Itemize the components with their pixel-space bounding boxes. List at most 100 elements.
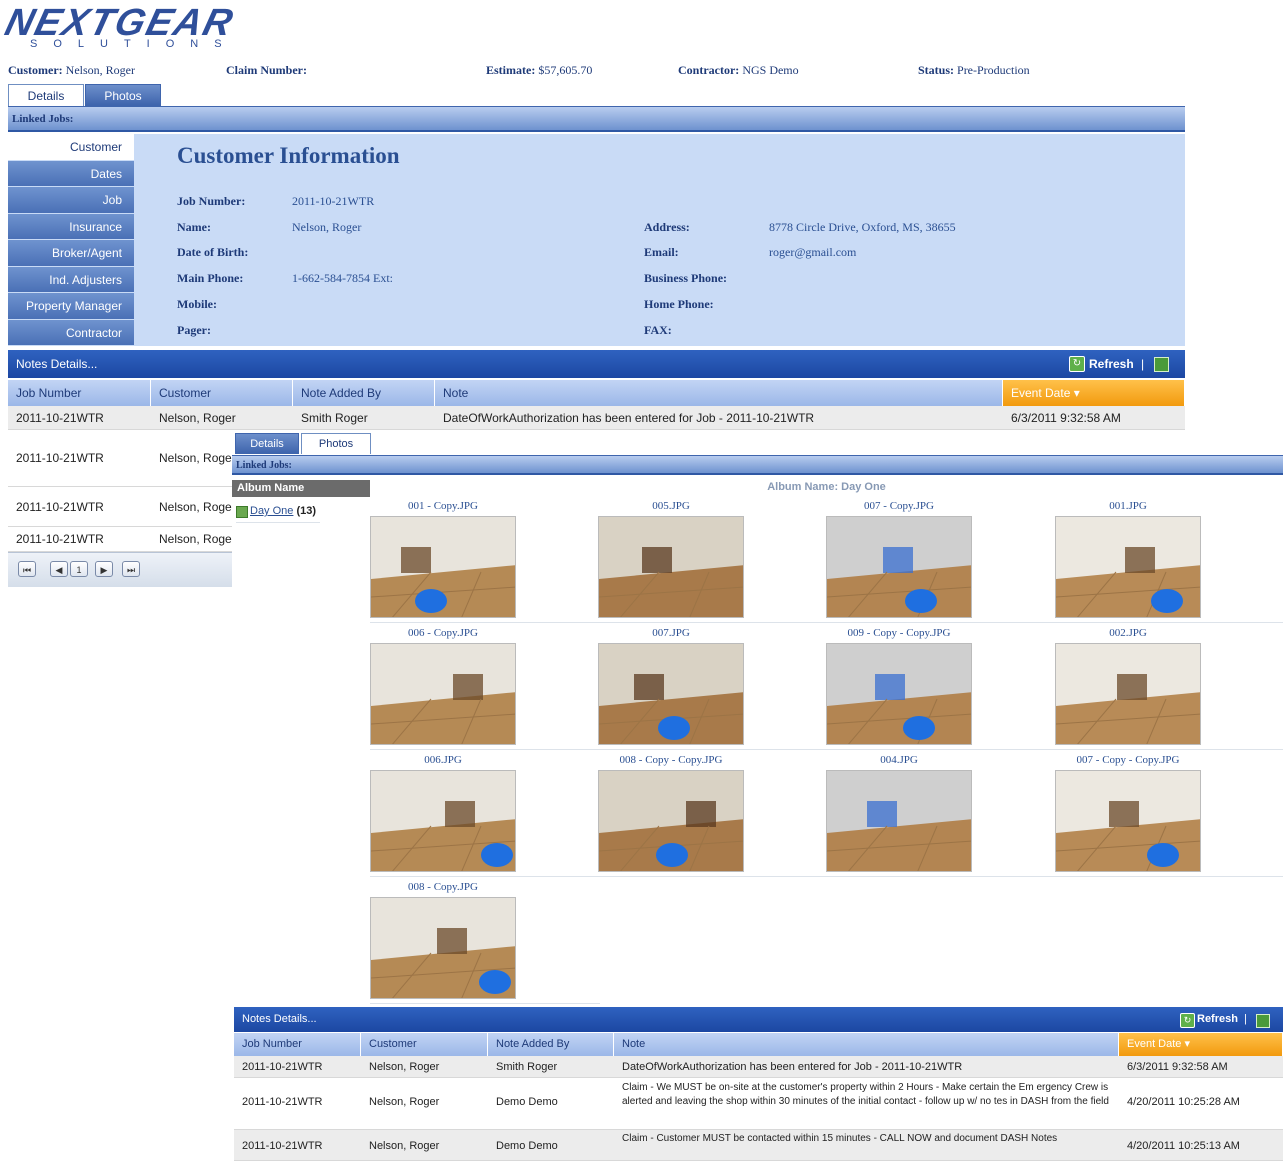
- main-phone-label: Main Phone:: [177, 271, 244, 285]
- photo-caption[interactable]: 008 - Copy.JPG: [370, 881, 516, 893]
- photo-tile[interactable]: 007 - Copy.JPG: [826, 500, 972, 618]
- col-event-date[interactable]: Event Date ▾: [1003, 380, 1185, 406]
- photo-tile[interactable]: 006.JPG: [370, 754, 516, 872]
- refresh-button[interactable]: Refresh: [1089, 357, 1134, 371]
- photo-caption[interactable]: 002.JPG: [1055, 627, 1201, 639]
- photo-caption[interactable]: 009 - Copy - Copy.JPG: [826, 627, 972, 639]
- row-divider: [370, 622, 1283, 623]
- table-row[interactable]: 2011-10-21WTR Nelson, Roger Smith Roger …: [8, 406, 1185, 430]
- photo-tile[interactable]: 004.JPG: [826, 754, 972, 872]
- col-note[interactable]: Note: [435, 380, 1003, 406]
- photo-tile[interactable]: 001.JPG: [1055, 500, 1201, 618]
- next-page-icon[interactable]: ▶: [95, 561, 113, 577]
- tab-photos[interactable]: Photos: [85, 84, 161, 106]
- photo-thumbnail[interactable]: [370, 643, 516, 745]
- col-customer[interactable]: Customer: [151, 380, 293, 406]
- customer-value: Nelson, Roger: [65, 63, 135, 77]
- table-row[interactable]: 2011-10-21WTR Nelson, Roge: [8, 430, 232, 487]
- overlay-col-note-added-by[interactable]: Note Added By: [488, 1033, 614, 1056]
- photo-caption[interactable]: 008 - Copy - Copy.JPG: [598, 754, 744, 766]
- nav-property-manager[interactable]: Property Manager: [8, 293, 134, 320]
- photo-thumbnail[interactable]: [598, 770, 744, 872]
- overlay-refresh-icon[interactable]: ↻: [1180, 1013, 1195, 1028]
- cell-note: DateOfWorkAuthorization has been entered…: [622, 1061, 963, 1073]
- header-customer: Customer: Nelson, Roger: [8, 63, 135, 78]
- estimate-value: $57,605.70: [538, 63, 593, 77]
- album-link[interactable]: Day One: [250, 505, 293, 517]
- table-row[interactable]: 2011-10-21WTR Nelson, Roge: [8, 487, 232, 527]
- table-row[interactable]: 2011-10-21WTR Nelson, Roger Demo Demo Cl…: [234, 1078, 1283, 1130]
- table-row[interactable]: 2011-10-21WTR Nelson, Roge: [8, 527, 232, 552]
- nav-ind-adjusters[interactable]: Ind. Adjusters: [8, 266, 134, 293]
- photo-caption[interactable]: 007 - Copy - Copy.JPG: [1055, 754, 1201, 766]
- row-divider: [370, 749, 1283, 750]
- photo-caption[interactable]: 006 - Copy.JPG: [370, 627, 516, 639]
- photo-thumbnail[interactable]: [598, 643, 744, 745]
- nav-dates[interactable]: Dates: [8, 160, 134, 187]
- export-excel-icon[interactable]: [1154, 357, 1169, 372]
- overlay-linked-jobs-bar: Linked Jobs:: [232, 455, 1283, 475]
- photo-caption[interactable]: 005.JPG: [598, 500, 744, 512]
- tab-details[interactable]: Details: [8, 84, 84, 106]
- photo-tile[interactable]: 008 - Copy - Copy.JPG: [598, 754, 744, 872]
- nextgear-logo: NEXTGEAR SOLUTIONS: [1, 2, 286, 58]
- photo-thumbnail[interactable]: [826, 516, 972, 618]
- customer-info-title: Customer Information: [177, 143, 400, 168]
- col-job-number[interactable]: Job Number: [8, 380, 151, 406]
- cell-by: Smith Roger: [301, 411, 368, 425]
- photo-caption[interactable]: 007 - Copy.JPG: [826, 500, 972, 512]
- photo-thumbnail[interactable]: [370, 897, 516, 999]
- photo-tile[interactable]: 005.JPG: [598, 500, 744, 618]
- overlay-col-note[interactable]: Note: [614, 1033, 1119, 1056]
- cell-customer: Nelson, Roge: [159, 532, 232, 546]
- photo-caption[interactable]: 001.JPG: [1055, 500, 1201, 512]
- photo-tile[interactable]: 007.JPG: [598, 627, 744, 745]
- photo-caption[interactable]: 004.JPG: [826, 754, 972, 766]
- table-row[interactable]: 2011-10-21WTR Nelson, Roger Demo Demo Cl…: [234, 1130, 1283, 1161]
- prev-page-icon[interactable]: ◀: [50, 561, 68, 577]
- page-number[interactable]: 1: [70, 561, 88, 577]
- photo-thumbnail[interactable]: [598, 516, 744, 618]
- cell-customer: Nelson, Roger: [159, 411, 236, 425]
- email-label: Email:: [644, 245, 679, 259]
- nav-customer[interactable]: Customer: [8, 134, 134, 161]
- home-phone-label: Home Phone:: [644, 297, 714, 311]
- photo-thumbnail[interactable]: [1055, 643, 1201, 745]
- overlay-refresh-button[interactable]: Refresh: [1197, 1013, 1238, 1025]
- name-label: Name:: [177, 220, 211, 234]
- album-item-day-one[interactable]: Day One (13): [250, 505, 316, 517]
- nav-contractor[interactable]: Contractor: [8, 319, 134, 346]
- overlay-col-event-date[interactable]: Event Date ▾: [1119, 1033, 1283, 1056]
- photo-caption[interactable]: 006.JPG: [370, 754, 516, 766]
- col-note-added-by[interactable]: Note Added By: [293, 380, 435, 406]
- nav-insurance[interactable]: Insurance: [8, 213, 134, 240]
- cell-note: Claim - Customer MUST be contacted withi…: [622, 1133, 1058, 1144]
- nav-job[interactable]: Job: [8, 187, 134, 214]
- cell-by: Demo Demo: [496, 1096, 558, 1108]
- photo-caption[interactable]: 007.JPG: [598, 627, 744, 639]
- cell-note: Claim - We MUST be on-site at the custom…: [622, 1082, 1109, 1107]
- photo-tile[interactable]: 001 - Copy.JPG: [370, 500, 516, 618]
- photo-thumbnail[interactable]: [826, 643, 972, 745]
- overlay-col-job-number[interactable]: Job Number: [234, 1033, 361, 1056]
- overlay-export-excel-icon[interactable]: [1256, 1014, 1270, 1028]
- photo-thumbnail[interactable]: [826, 770, 972, 872]
- photo-tile[interactable]: 006 - Copy.JPG: [370, 627, 516, 745]
- photo-caption[interactable]: 001 - Copy.JPG: [370, 500, 516, 512]
- first-page-icon[interactable]: ⏮: [18, 561, 36, 577]
- overlay-tab-details[interactable]: Details: [235, 433, 299, 454]
- photo-thumbnail[interactable]: [370, 516, 516, 618]
- photo-tile[interactable]: 008 - Copy.JPG: [370, 881, 516, 999]
- overlay-col-customer[interactable]: Customer: [361, 1033, 488, 1056]
- photo-tile[interactable]: 009 - Copy - Copy.JPG: [826, 627, 972, 745]
- nav-broker-agent[interactable]: Broker/Agent: [8, 240, 134, 267]
- photo-thumbnail[interactable]: [370, 770, 516, 872]
- last-page-icon[interactable]: ⏭: [122, 561, 140, 577]
- photo-tile[interactable]: 007 - Copy - Copy.JPG: [1055, 754, 1201, 872]
- refresh-icon[interactable]: ↻: [1069, 356, 1085, 372]
- photo-thumbnail[interactable]: [1055, 770, 1201, 872]
- overlay-tab-photos[interactable]: Photos: [301, 433, 371, 454]
- table-row[interactable]: 2011-10-21WTR Nelson, Roger Smith Roger …: [234, 1056, 1283, 1078]
- photo-tile[interactable]: 002.JPG: [1055, 627, 1201, 745]
- photo-thumbnail[interactable]: [1055, 516, 1201, 618]
